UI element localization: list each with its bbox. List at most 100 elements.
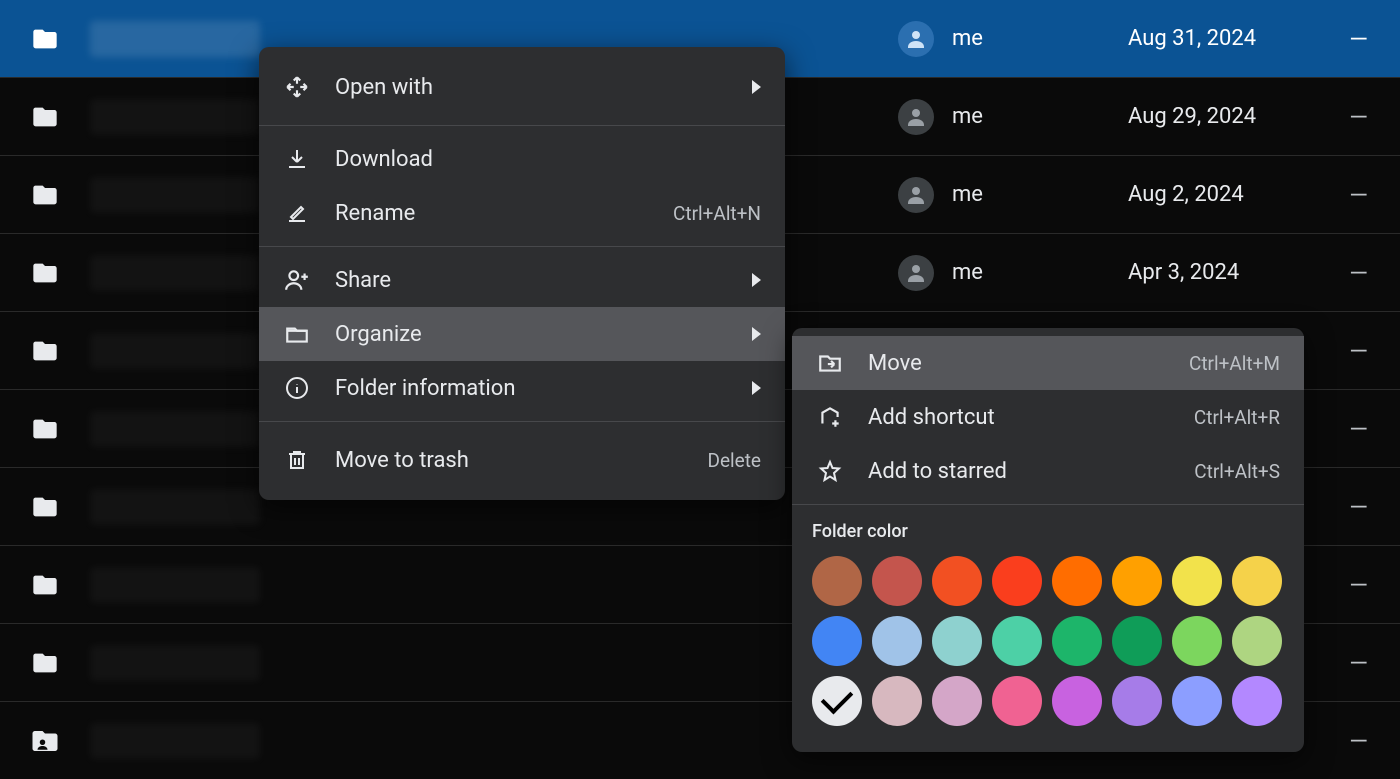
menu-shortcut: Ctrl+Alt+S — [1194, 460, 1280, 483]
color-swatch[interactable] — [932, 556, 982, 606]
trash-icon — [283, 446, 311, 474]
menu-organize[interactable]: Organize — [259, 307, 785, 361]
color-grid — [812, 556, 1284, 726]
menu-label: Organize — [335, 322, 728, 347]
color-swatch[interactable] — [1052, 676, 1102, 726]
organize-icon — [283, 320, 311, 348]
folder-color-title: Folder color — [812, 521, 1284, 542]
menu-rename[interactable]: Rename Ctrl+Alt+N — [259, 186, 785, 240]
date-cell: Aug 31, 2024 — [1128, 26, 1328, 51]
folder-cell — [28, 723, 898, 759]
menu-label: Move to trash — [335, 448, 683, 473]
menu-label: Add to starred — [868, 459, 1170, 484]
move-icon — [816, 349, 844, 377]
menu-shortcut: Ctrl+Alt+R — [1194, 406, 1280, 429]
color-swatch[interactable] — [872, 616, 922, 666]
submenu-add-shortcut[interactable]: Add shortcut Ctrl+Alt+R — [792, 390, 1304, 444]
color-swatch[interactable] — [812, 676, 862, 726]
avatar-icon — [898, 21, 934, 57]
info-icon — [283, 374, 311, 402]
menu-share[interactable]: Share — [259, 253, 785, 307]
chevron-right-icon — [752, 327, 761, 341]
date-cell: Aug 29, 2024 — [1128, 104, 1328, 129]
date-cell: Apr 3, 2024 — [1128, 260, 1328, 285]
avatar-icon — [898, 177, 934, 213]
menu-divider — [259, 421, 785, 422]
color-swatch[interactable] — [872, 676, 922, 726]
color-swatch[interactable] — [1052, 616, 1102, 666]
menu-label: Move — [868, 351, 1165, 376]
folder-cell — [28, 645, 898, 681]
folder-icon — [28, 337, 62, 365]
file-name-redacted — [90, 21, 260, 57]
color-swatch[interactable] — [812, 616, 862, 666]
color-swatch[interactable] — [932, 676, 982, 726]
file-name-redacted — [90, 177, 260, 213]
chevron-right-icon — [752, 80, 761, 94]
color-swatch[interactable] — [1112, 676, 1162, 726]
color-swatch[interactable] — [1112, 616, 1162, 666]
color-swatch[interactable] — [812, 556, 862, 606]
folder-icon — [28, 259, 62, 287]
owner-cell: me — [898, 21, 1128, 57]
color-swatch[interactable] — [1232, 616, 1282, 666]
owner-cell: me — [898, 177, 1128, 213]
file-name-redacted — [90, 567, 260, 603]
menu-label: Share — [335, 268, 728, 293]
color-swatch[interactable] — [992, 616, 1042, 666]
share-icon — [283, 266, 311, 294]
size-cell: — — [1328, 337, 1376, 365]
folder-color-section: Folder color — [792, 511, 1304, 744]
size-cell: — — [1328, 493, 1376, 521]
color-swatch[interactable] — [1172, 556, 1222, 606]
color-swatch[interactable] — [1112, 556, 1162, 606]
file-name-redacted — [90, 411, 260, 447]
folder-cell — [28, 567, 898, 603]
menu-label: Open with — [335, 75, 728, 100]
context-menu: Open with Download Rename Ctrl+Alt+N Sha… — [259, 47, 785, 500]
menu-label: Add shortcut — [868, 405, 1170, 430]
color-swatch[interactable] — [1172, 616, 1222, 666]
color-swatch[interactable] — [932, 616, 982, 666]
menu-shortcut: Ctrl+Alt+N — [673, 202, 761, 225]
color-swatch[interactable] — [992, 676, 1042, 726]
folder-icon — [28, 25, 62, 53]
star-icon — [816, 457, 844, 485]
shared-folder-icon — [28, 726, 62, 756]
owner-name: me — [952, 260, 983, 285]
file-name-redacted — [90, 723, 260, 759]
size-cell: — — [1328, 103, 1376, 131]
color-swatch[interactable] — [1232, 556, 1282, 606]
owner-name: me — [952, 26, 983, 51]
submenu-move[interactable]: Move Ctrl+Alt+M — [792, 336, 1304, 390]
download-icon — [283, 145, 311, 173]
owner-name: me — [952, 104, 983, 129]
folder-icon — [28, 649, 62, 677]
size-cell: — — [1328, 649, 1376, 677]
menu-open-with[interactable]: Open with — [259, 55, 785, 119]
color-swatch[interactable] — [1232, 676, 1282, 726]
menu-folder-information[interactable]: Folder information — [259, 361, 785, 415]
menu-shortcut: Ctrl+Alt+M — [1189, 352, 1280, 375]
add-shortcut-icon — [816, 403, 844, 431]
menu-move-to-trash[interactable]: Move to trash Delete — [259, 428, 785, 492]
menu-label: Download — [335, 147, 761, 172]
owner-cell: me — [898, 99, 1128, 135]
menu-download[interactable]: Download — [259, 132, 785, 186]
organize-submenu: Move Ctrl+Alt+M Add shortcut Ctrl+Alt+R … — [792, 328, 1304, 752]
date-cell: Aug 2, 2024 — [1128, 182, 1328, 207]
menu-shortcut: Delete — [707, 449, 761, 472]
color-swatch[interactable] — [1052, 556, 1102, 606]
chevron-right-icon — [752, 381, 761, 395]
file-name-redacted — [90, 99, 260, 135]
folder-icon — [28, 415, 62, 443]
file-name-redacted — [90, 333, 260, 369]
file-name-redacted — [90, 645, 260, 681]
size-cell: — — [1328, 727, 1376, 755]
color-swatch[interactable] — [1172, 676, 1222, 726]
size-cell: — — [1328, 25, 1376, 53]
open-with-icon — [283, 73, 311, 101]
color-swatch[interactable] — [872, 556, 922, 606]
color-swatch[interactable] — [992, 556, 1042, 606]
submenu-add-to-starred[interactable]: Add to starred Ctrl+Alt+S — [792, 444, 1304, 498]
